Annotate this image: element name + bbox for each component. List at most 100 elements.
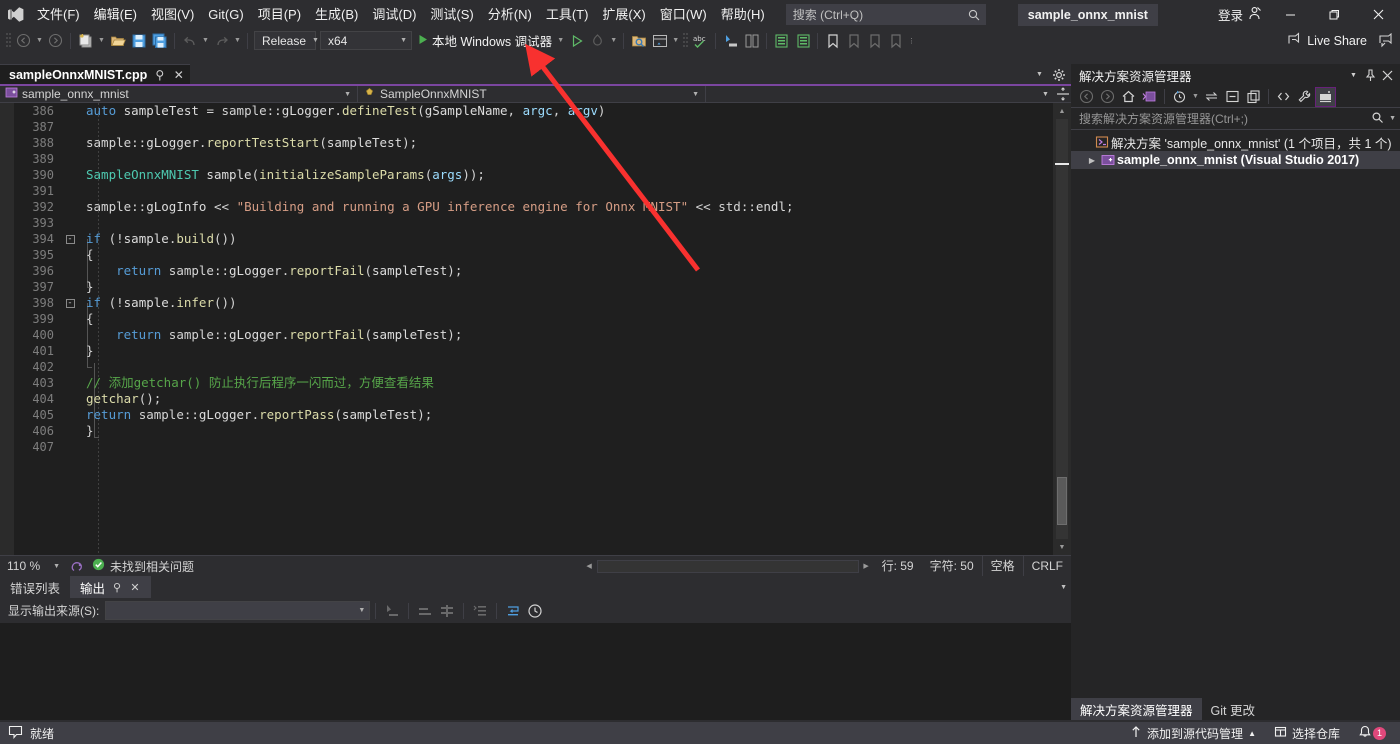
- live-share-button[interactable]: Live Share: [1279, 32, 1375, 49]
- tab-error-list[interactable]: 错误列表: [0, 576, 70, 598]
- code-line[interactable]: 401}: [0, 343, 794, 359]
- sign-in-button[interactable]: 登录: [1212, 5, 1268, 24]
- select-repository-button[interactable]: 选择仓库: [1265, 722, 1349, 744]
- horizontal-scrollbar-track[interactable]: [597, 560, 859, 573]
- search-options-chevron-down-icon[interactable]: ▼: [1384, 115, 1396, 122]
- close-icon[interactable]: ✕: [129, 581, 141, 594]
- code-line[interactable]: 406}: [0, 423, 794, 439]
- code-line[interactable]: 400 return sample::gLogger.reportFail(sa…: [0, 327, 794, 343]
- solution-explorer-search-input[interactable]: 搜索解决方案资源管理器(Ctrl+;) ▼: [1071, 108, 1400, 130]
- pending-changes-history-icon[interactable]: [1169, 87, 1190, 107]
- properties-wrench-icon[interactable]: [1294, 87, 1315, 107]
- save-icon[interactable]: [128, 31, 149, 51]
- scroll-left-arrow-icon[interactable]: ◀: [582, 558, 597, 575]
- window-restore-button[interactable]: [1312, 0, 1356, 29]
- menu-project[interactable]: 项目(P): [251, 0, 308, 29]
- code-issues-status[interactable]: 未找到相关问题: [88, 558, 194, 575]
- footer-tab-git-changes[interactable]: Git 更改: [1202, 698, 1264, 720]
- new-project-icon[interactable]: [75, 31, 96, 51]
- navbar-chevron-down-icon[interactable]: ▼: [1037, 85, 1054, 103]
- undo-icon[interactable]: [179, 31, 200, 51]
- navigate-backward-icon[interactable]: [1076, 87, 1097, 107]
- preview-selected-items-icon[interactable]: [1315, 87, 1336, 107]
- scrollbar-thumb[interactable]: [1057, 477, 1067, 525]
- tab-list-chevron-down-icon[interactable]: ▼: [1031, 66, 1048, 84]
- fold-collapse-icon[interactable]: -: [60, 295, 80, 311]
- output-panel-overflow-chevron-icon[interactable]: ▼: [1060, 584, 1071, 591]
- next-bookmark-icon[interactable]: [864, 31, 885, 51]
- window-layout-icon[interactable]: [649, 31, 670, 51]
- home-icon[interactable]: [1118, 87, 1139, 107]
- search-icon[interactable]: [1371, 111, 1384, 127]
- start-debugging-button[interactable]: 本地 Windows 调试器: [414, 31, 555, 51]
- toolbar-grip-handle[interactable]: [4, 32, 13, 50]
- navbar-symbol-combo[interactable]: SampleOnnxMNIST ▼: [358, 86, 706, 103]
- split-window-icon[interactable]: [1054, 85, 1071, 103]
- menu-tools[interactable]: 工具(T): [539, 0, 596, 29]
- show-timestamp-icon[interactable]: [524, 600, 546, 621]
- solution-configuration-combo[interactable]: Release ▼: [254, 31, 316, 50]
- code-line[interactable]: 389: [0, 151, 794, 167]
- code-line[interactable]: 391: [0, 183, 794, 199]
- redo-dropdown-icon[interactable]: ▼: [232, 31, 243, 51]
- scroll-down-arrow-icon[interactable]: ▼: [1053, 539, 1071, 555]
- menu-window[interactable]: 窗口(W): [653, 0, 714, 29]
- menu-file[interactable]: 文件(F): [30, 0, 87, 29]
- solution-explorer-view-icon[interactable]: [1139, 87, 1160, 107]
- go-to-previous-message-icon[interactable]: [381, 600, 403, 621]
- code-line[interactable]: 399{: [0, 311, 794, 327]
- clear-all-icon[interactable]: [469, 600, 491, 621]
- code-line[interactable]: 387: [0, 119, 794, 135]
- window-layout-dropdown-icon[interactable]: ▼: [670, 31, 681, 51]
- scrollbar-track[interactable]: [1056, 119, 1068, 539]
- editor-vertical-scrollbar[interactable]: ▲ ▼: [1053, 103, 1071, 555]
- menu-help[interactable]: 帮助(H): [714, 0, 772, 29]
- fold-collapse-icon[interactable]: -: [60, 231, 80, 247]
- go-to-next-message-icon[interactable]: [414, 600, 436, 621]
- menu-edit[interactable]: 编辑(E): [87, 0, 144, 29]
- start-without-debugging-icon[interactable]: [566, 31, 587, 51]
- window-minimize-button[interactable]: [1268, 0, 1312, 29]
- solution-platform-combo[interactable]: x64 ▼: [320, 31, 412, 50]
- clear-bookmarks-icon[interactable]: [885, 31, 906, 51]
- navigate-forward-icon[interactable]: [45, 31, 66, 51]
- menu-analyze[interactable]: 分析(N): [481, 0, 539, 29]
- line-ending-status[interactable]: CRLF: [1023, 556, 1071, 577]
- code-line[interactable]: 392sample::gLogInfo << "Building and run…: [0, 199, 794, 215]
- decrease-indent-icon[interactable]: [792, 31, 813, 51]
- tree-item-solution[interactable]: 解决方案 'sample_onnx_mnist' (1 个项目，共 1 个): [1071, 133, 1400, 151]
- zoom-level-combo[interactable]: 110 % ▼: [0, 559, 66, 573]
- toggle-bookmark-icon[interactable]: [822, 31, 843, 51]
- code-editor[interactable]: 386auto sampleTest = sample::gLogger.def…: [0, 103, 1071, 555]
- tab-output[interactable]: 输出 ⚲ ✕: [70, 576, 151, 598]
- hot-reload-dropdown-icon[interactable]: ▼: [608, 31, 619, 51]
- start-debugging-dropdown-icon[interactable]: ▼: [555, 31, 566, 51]
- navigate-backward-icon[interactable]: [13, 31, 34, 51]
- code-line[interactable]: 397}: [0, 279, 794, 295]
- code-brackets-icon[interactable]: [1273, 87, 1294, 107]
- collapse-all-icon[interactable]: [1222, 87, 1243, 107]
- code-line[interactable]: 395{: [0, 247, 794, 263]
- tree-expander-icon[interactable]: ▶: [1085, 156, 1099, 165]
- new-project-dropdown-icon[interactable]: ▼: [96, 31, 107, 51]
- code-line[interactable]: 393: [0, 215, 794, 231]
- pin-icon[interactable]: [1362, 65, 1379, 85]
- redo-icon[interactable]: [211, 31, 232, 51]
- indent-mode-status[interactable]: 空格: [982, 556, 1023, 577]
- code-line[interactable]: 403// 添加getchar() 防止执行后程序一闪而过，方便查看结果: [0, 375, 794, 391]
- navigate-backward-dropdown-icon[interactable]: ▼: [34, 31, 45, 51]
- close-icon[interactable]: ✕: [172, 68, 185, 82]
- menu-extensions[interactable]: 扩展(X): [595, 0, 652, 29]
- editor-horizontal-scrollbar[interactable]: ◀ ▶: [582, 558, 874, 575]
- menu-git[interactable]: Git(G): [201, 0, 250, 29]
- footer-tab-solution-explorer[interactable]: 解决方案资源管理器: [1071, 698, 1202, 720]
- save-all-icon[interactable]: [149, 31, 170, 51]
- sync-with-active-document-icon[interactable]: [1201, 87, 1222, 107]
- scroll-up-arrow-icon[interactable]: ▲: [1053, 103, 1071, 119]
- window-menu-chevron-down-icon[interactable]: ▼: [1345, 65, 1362, 85]
- spell-check-icon[interactable]: abc: [690, 31, 711, 51]
- find-message-icon[interactable]: [436, 600, 458, 621]
- toolbar-grip-handle-2[interactable]: [681, 32, 690, 50]
- search-in-files-folder-icon[interactable]: [628, 31, 649, 51]
- tree-item-project[interactable]: ▶ sample_onnx_mnist (Visual Studio 2017): [1071, 151, 1400, 169]
